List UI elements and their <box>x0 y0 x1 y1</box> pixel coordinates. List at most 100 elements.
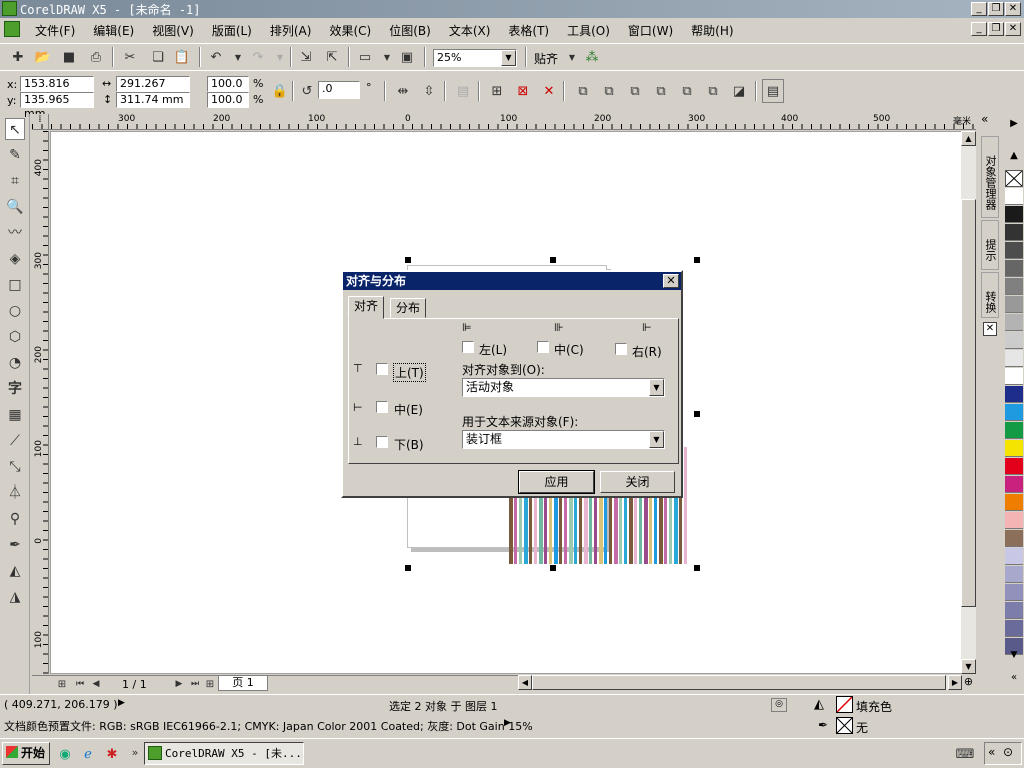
quicklaunch-app-icon[interactable]: ✱ <box>102 744 122 764</box>
interactive-fill-tool-icon[interactable]: ◮ <box>5 586 25 608</box>
minimize-icon[interactable]: _ <box>971 2 987 16</box>
horizontal-scroll-thumb[interactable] <box>532 675 946 690</box>
menu-edit[interactable]: 编辑(E) <box>84 22 143 39</box>
prev-page-icon[interactable]: ◀ <box>86 674 106 694</box>
palette-scroll-up-icon[interactable]: ▶ <box>1007 118 1021 132</box>
color-swatch[interactable] <box>1005 332 1023 349</box>
align-to-select[interactable]: 活动对象 ▼ <box>462 378 665 397</box>
doc-restore-icon[interactable]: ❐ <box>988 22 1004 36</box>
import-icon[interactable]: ⇲ <box>296 47 316 67</box>
close-window-icon[interactable]: ✕ <box>1005 2 1021 16</box>
docker-tab-hints[interactable]: 提示 <box>981 220 999 270</box>
menu-bitmaps[interactable]: 位图(B) <box>380 22 440 39</box>
snap-to-label[interactable]: 贴齐 <box>534 50 558 67</box>
menu-arrange[interactable]: 排列(A) <box>261 22 321 39</box>
menu-table[interactable]: 表格(T) <box>499 22 558 39</box>
zoom-tool-icon[interactable]: 🔍 <box>5 196 25 218</box>
redo-icon[interactable]: ↷ <box>248 47 268 67</box>
polygon-tool-icon[interactable]: ⬡ <box>5 326 25 348</box>
new-document-icon[interactable]: ✚ <box>8 47 28 67</box>
blend-tool-icon[interactable]: ⏃ <box>5 482 25 504</box>
menu-effects[interactable]: 效果(C) <box>320 22 380 39</box>
chrome-icon[interactable]: ◉ <box>55 744 75 764</box>
menu-tools[interactable]: 工具(O) <box>558 22 619 39</box>
vertical-scrollbar[interactable]: ▲ ▼ <box>961 131 976 674</box>
right-checkbox[interactable] <box>615 343 627 355</box>
mirror-horizontal-icon[interactable]: ⇹ <box>393 81 413 101</box>
taskbar-item-coreldraw[interactable]: CorelDRAW X5 - [未... <box>144 742 304 765</box>
fill-tool-icon[interactable]: ◭ <box>5 560 25 582</box>
x-position-field[interactable]: 153.816 mm <box>20 76 94 104</box>
mirror-vertical-icon[interactable]: ⇳ <box>419 81 439 101</box>
add-page-after-icon[interactable]: ⊞ <box>200 674 220 694</box>
color-swatch[interactable] <box>1005 404 1023 421</box>
add-page-before-icon[interactable]: ⊞ <box>52 674 72 694</box>
color-swatch[interactable] <box>1005 512 1023 529</box>
tray-expand-icon[interactable]: « <box>988 745 995 759</box>
bottom-checkbox[interactable] <box>376 436 388 448</box>
text-wrap-icon[interactable]: ▤ <box>453 81 473 101</box>
close-button[interactable]: 关闭 <box>600 471 675 493</box>
page-tab[interactable]: 页 1 <box>218 676 268 691</box>
color-swatch[interactable] <box>1005 620 1023 637</box>
docker-close-icon[interactable]: ✕ <box>983 322 997 336</box>
eyedropper-tool-icon[interactable]: ⚲ <box>5 508 25 530</box>
profile-arrow-icon[interactable]: ▶ <box>504 718 511 728</box>
scroll-right-icon[interactable]: ▶ <box>948 675 962 690</box>
snap-options-icon[interactable]: ⁂ <box>582 47 602 67</box>
zoom-level-select[interactable]: 25% ▼ <box>433 49 517 67</box>
color-swatch[interactable] <box>1005 386 1023 403</box>
restore-icon[interactable]: ❐ <box>988 2 1004 16</box>
start-button[interactable]: 开始 <box>2 742 50 765</box>
application-launcher-icon[interactable]: ▭ <box>355 47 375 67</box>
ungroup-icon[interactable]: ⊠ <box>513 81 533 101</box>
cut-icon[interactable]: ✂ <box>120 47 140 67</box>
simplify-icon[interactable]: ⧉ <box>677 81 697 101</box>
text-source-select[interactable]: 装订框 ▼ <box>462 430 665 449</box>
align-distribute-icon[interactable]: ▤ <box>762 79 784 103</box>
no-color-swatch[interactable] <box>1005 170 1023 187</box>
ungroup-all-icon[interactable]: ✕ <box>539 81 559 101</box>
horizontal-scrollbar[interactable]: ◀ ▶ <box>518 675 962 690</box>
export-icon[interactable]: ⇱ <box>322 47 342 67</box>
zoom-dropdown-icon[interactable]: ▼ <box>501 50 516 66</box>
dialog-close-icon[interactable]: ✕ <box>663 274 679 288</box>
color-swatch[interactable] <box>1005 314 1023 331</box>
color-swatch[interactable] <box>1005 350 1023 367</box>
copy-icon[interactable]: ❏ <box>148 47 168 67</box>
combine-icon[interactable]: ⧉ <box>573 81 593 101</box>
text-tool-icon[interactable]: 字 <box>5 378 25 400</box>
doc-minimize-icon[interactable]: _ <box>971 22 987 36</box>
center-v-checkbox[interactable] <box>376 401 388 413</box>
doc-close-icon[interactable]: ✕ <box>1005 22 1021 36</box>
menu-help[interactable]: 帮助(H) <box>682 22 742 39</box>
undo-icon[interactable]: ↶ <box>206 47 226 67</box>
menu-view[interactable]: 视图(V) <box>143 22 203 39</box>
ruler-origin-icon[interactable]: ⁞ <box>32 114 49 130</box>
fill-swatch-icon[interactable] <box>836 696 853 713</box>
print-icon[interactable]: ⎙ <box>86 47 106 67</box>
vertical-scroll-thumb[interactable] <box>961 199 976 607</box>
tab-align[interactable]: 对齐 <box>348 296 385 319</box>
color-swatch[interactable] <box>1005 476 1023 493</box>
open-icon[interactable]: 📂 <box>33 47 53 67</box>
color-swatch[interactable] <box>1005 278 1023 295</box>
weld-icon[interactable]: ⧉ <box>599 81 619 101</box>
scroll-down-icon[interactable]: ▼ <box>961 659 976 674</box>
pick-tool-icon[interactable]: ↖ <box>5 118 25 140</box>
top-checkbox[interactable] <box>376 363 388 375</box>
keyboard-icon[interactable]: ⌨ <box>955 744 975 764</box>
scale-y-field[interactable]: 100.0 <box>207 92 249 108</box>
tray-app-icon[interactable]: ⊙ <box>1003 745 1013 759</box>
crop-tool-icon[interactable]: ⌗ <box>5 170 25 192</box>
menu-file[interactable]: 文件(F) <box>26 22 84 39</box>
color-swatch[interactable] <box>1005 188 1023 205</box>
left-checkbox[interactable] <box>462 341 474 353</box>
text-source-dropdown-icon[interactable]: ▼ <box>649 431 664 448</box>
lock-ratio-icon[interactable]: 🔒 <box>270 81 290 101</box>
docker-tab-object-manager[interactable]: 对象管理器 <box>981 136 999 218</box>
color-swatch[interactable] <box>1005 224 1023 241</box>
height-field[interactable]: 311.74 mm <box>116 92 190 108</box>
redo-dropdown-icon[interactable]: ▼ <box>270 47 290 67</box>
color-swatch[interactable] <box>1005 566 1023 583</box>
